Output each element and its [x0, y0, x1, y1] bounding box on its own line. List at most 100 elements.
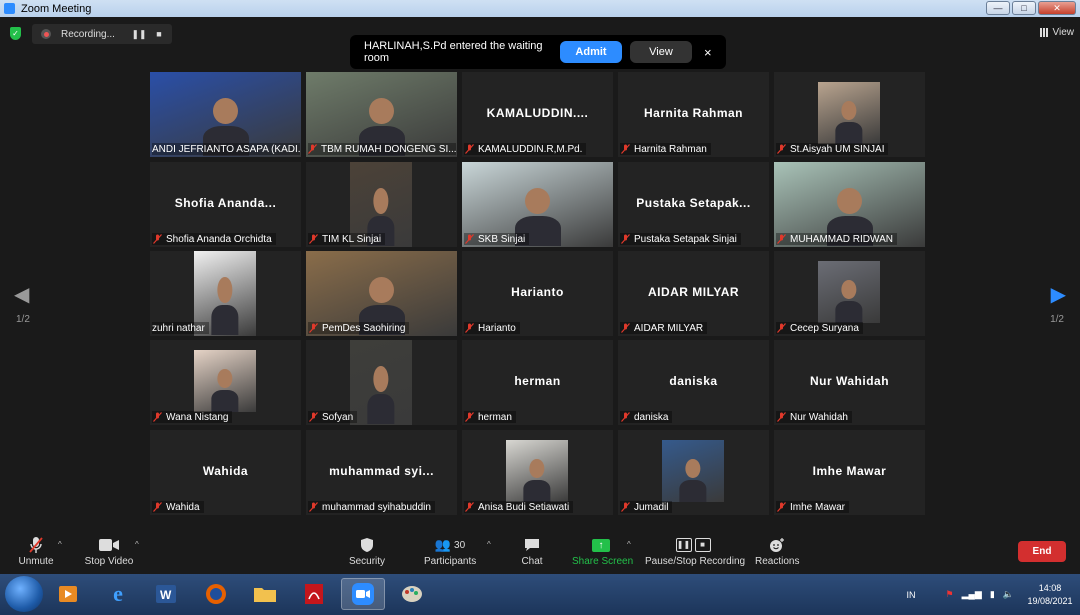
participant-tile[interactable]: KAMALUDDIN.... KAMALUDDIN.R,M.Pd. — [462, 72, 613, 157]
participant-tile[interactable]: Jumadil — [618, 430, 769, 515]
waiting-room-view-button[interactable]: View — [630, 41, 692, 63]
muted-mic-icon — [464, 234, 474, 244]
participant-tile[interactable]: Pustaka Setapak... Pustaka Setapak Sinjai — [618, 162, 769, 247]
stop-recording-button[interactable]: ■ — [149, 29, 169, 39]
participant-display-name: KAMALUDDIN.... — [486, 106, 589, 120]
participant-tile[interactable]: Harianto Harianto — [462, 251, 613, 336]
unmute-button[interactable]: Unmute — [14, 536, 58, 567]
participant-tile[interactable]: Imhe Mawar Imhe Mawar — [774, 430, 925, 515]
admit-button[interactable]: Admit — [560, 41, 622, 63]
participant-display-name: Harnita Rahman — [643, 106, 744, 120]
audio-options-caret-icon[interactable]: ^ — [58, 540, 62, 549]
participant-tile[interactable]: TBM RUMAH DONGENG SI... — [306, 72, 457, 157]
firefox-icon[interactable] — [194, 578, 238, 610]
participant-name: zuhri nathar — [152, 322, 205, 334]
media-player-icon[interactable] — [46, 578, 90, 610]
chat-button[interactable]: Chat — [516, 536, 548, 567]
participant-tile[interactable]: zuhri nathar — [150, 251, 301, 336]
close-notification-icon[interactable]: × — [704, 45, 712, 60]
participant-name: PemDes Saohiring — [322, 322, 406, 334]
zoom-icon[interactable] — [341, 578, 385, 610]
window-titlebar: Zoom Meeting — □ ✕ — [0, 0, 1080, 17]
reactions-label: Reactions — [755, 556, 800, 567]
share-options-caret-icon[interactable]: ^ — [627, 540, 631, 549]
file-explorer-icon[interactable] — [243, 578, 287, 610]
participant-name: Anisa Budi Setiawati — [478, 501, 570, 513]
participant-name: ANDI JEFRIANTO ASAPA (KADI... — [152, 143, 300, 155]
meeting-toolbar: Unmute ^ Stop Video ^ Security 👥 30 Parti… — [0, 532, 1080, 574]
pause-recording-button[interactable]: ❚❚ — [129, 29, 149, 40]
end-meeting-button[interactable]: End — [1018, 541, 1066, 562]
participant-tile[interactable]: PemDes Saohiring — [306, 251, 457, 336]
participants-button[interactable]: 👥 30 Participants — [424, 536, 476, 567]
pause-stop-recording-button[interactable]: ❚❚ ■ Pause/Stop Recording — [645, 536, 745, 567]
muted-mic-icon — [620, 412, 630, 422]
participant-tile[interactable]: SKB Sinjai — [462, 162, 613, 247]
participant-tile[interactable]: daniska daniska — [618, 340, 769, 425]
participant-name: St.Aisyah UM SINJAI — [790, 143, 885, 155]
muted-mic-icon — [620, 144, 630, 154]
muted-mic-icon — [620, 234, 630, 244]
share-screen-button[interactable]: ↑ Share Screen — [572, 536, 633, 567]
previous-page-icon[interactable]: ◀ — [14, 282, 29, 307]
participant-video — [506, 440, 568, 502]
close-window-button[interactable]: ✕ — [1038, 1, 1076, 15]
participant-tile[interactable]: Harnita Rahman Harnita Rahman — [618, 72, 769, 157]
video-camera-icon — [82, 536, 136, 554]
muted-mic-icon — [776, 323, 786, 333]
participant-tile[interactable]: MUHAMMAD RIDWAN — [774, 162, 925, 247]
stop-video-button[interactable]: Stop Video — [82, 536, 136, 567]
participant-tile[interactable]: Shofia Ananda... Shofia Ananda Orchidta — [150, 162, 301, 247]
participant-tile[interactable]: Cecep Suryana — [774, 251, 925, 336]
person-silhouette — [679, 458, 707, 502]
reaction-smiley-icon — [755, 536, 799, 554]
participant-name: MUHAMMAD RIDWAN — [790, 233, 893, 245]
language-indicator[interactable]: IN — [907, 590, 916, 600]
power-icon[interactable]: ▮ — [990, 589, 995, 600]
participant-name-label: muhammad syihabuddin — [308, 501, 435, 513]
maximize-button[interactable]: □ — [1012, 1, 1036, 15]
participant-name: Cecep Suryana — [790, 322, 859, 334]
clock-date: 19/08/2021 — [1027, 595, 1073, 606]
network-signal-icon[interactable]: ▂▄▆ — [962, 589, 982, 600]
participant-tile[interactable]: ANDI JEFRIANTO ASAPA (KADI... — [150, 72, 301, 157]
waiting-room-message: HARLINAH,S.Pd entered the waiting room — [364, 40, 543, 64]
participants-options-caret-icon[interactable]: ^ — [487, 540, 491, 549]
security-button[interactable]: Security — [345, 536, 389, 567]
muted-mic-icon — [776, 144, 786, 154]
participant-name: Harianto — [478, 322, 516, 334]
muted-mic-icon — [152, 412, 162, 422]
taskbar-clock[interactable]: 14:08 19/08/2021 — [1020, 582, 1080, 608]
encryption-shield-icon[interactable]: ✓ — [10, 27, 21, 40]
participant-tile[interactable]: Nur Wahidah Nur Wahidah — [774, 340, 925, 425]
participant-tile[interactable]: TIM KL Sinjai — [306, 162, 457, 247]
participant-tile[interactable]: herman herman — [462, 340, 613, 425]
acrobat-icon[interactable] — [292, 578, 336, 610]
word-icon[interactable]: W — [144, 578, 188, 610]
paint-icon[interactable] — [390, 578, 434, 610]
participant-tile[interactable]: AIDAR MILYAR AIDAR MILYAR — [618, 251, 769, 336]
participant-name-label: daniska — [620, 411, 673, 423]
waiting-room-notification: HARLINAH,S.Pd entered the waiting room A… — [350, 35, 726, 69]
reactions-button[interactable]: Reactions — [755, 536, 799, 567]
view-layout-button[interactable]: View — [1039, 27, 1074, 38]
volume-icon[interactable]: 🔈 — [1003, 589, 1014, 600]
participant-tile[interactable]: muhammad syi... muhammad syihabuddin — [306, 430, 457, 515]
minimize-button[interactable]: — — [986, 1, 1010, 15]
participant-tile[interactable]: Sofyan — [306, 340, 457, 425]
recording-indicator: Recording... ❚❚ ■ — [32, 24, 172, 44]
internet-explorer-icon[interactable]: e — [96, 578, 140, 610]
video-options-caret-icon[interactable]: ^ — [135, 540, 139, 549]
participant-tile[interactable]: St.Aisyah UM SINJAI — [774, 72, 925, 157]
participant-tile[interactable]: Wahida Wahida — [150, 430, 301, 515]
participant-name-label: Pustaka Setapak Sinjai — [620, 233, 741, 245]
start-button[interactable] — [5, 576, 43, 612]
recording-controls-icons: ❚❚ ■ — [645, 536, 741, 554]
share-screen-icon: ↑ — [592, 538, 610, 552]
muted-mic-icon — [464, 502, 474, 512]
participant-name-label: Harnita Rahman — [620, 143, 711, 155]
next-page-icon[interactable]: ▶ — [1051, 282, 1066, 307]
participant-tile[interactable]: Anisa Budi Setiawati — [462, 430, 613, 515]
action-center-flag-icon[interactable]: ⚑ — [946, 589, 954, 600]
participant-tile[interactable]: Wana Nistang — [150, 340, 301, 425]
